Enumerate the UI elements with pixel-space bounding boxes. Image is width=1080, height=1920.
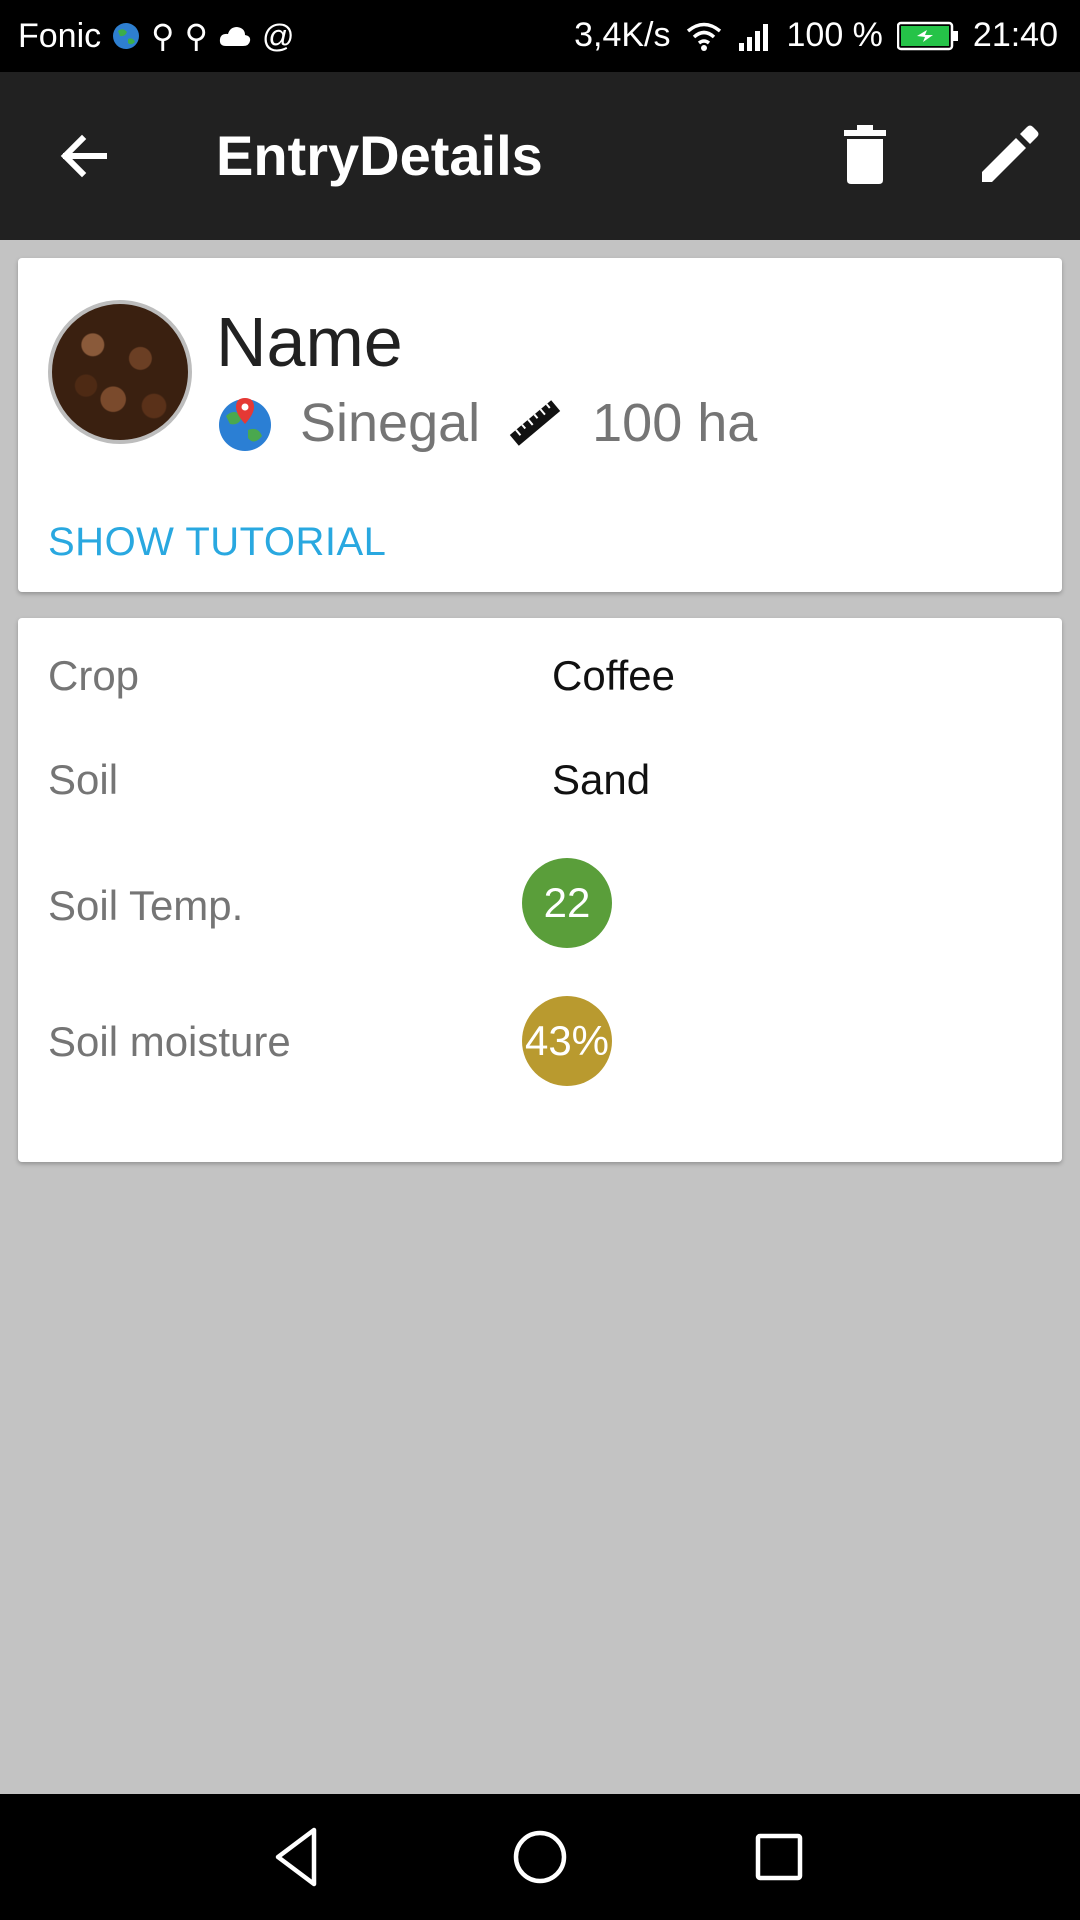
- crop-row: Crop Coffee: [48, 636, 1028, 716]
- nav-home-icon[interactable]: [507, 1824, 573, 1890]
- back-arrow-icon[interactable]: [52, 124, 116, 188]
- entry-header-card: Name Sinegal 100 ha SHOW TUTORIAL: [18, 258, 1062, 592]
- status-bar-right: 3,4K/s 100 % 21:40: [574, 16, 1058, 55]
- usb-icon-2: ⚲: [184, 18, 209, 54]
- globe-icon: [113, 23, 140, 49]
- trash-icon[interactable]: [830, 120, 900, 190]
- system-nav-bar: [0, 1794, 1080, 1920]
- status-bar-left: Fonic ⚲ ⚲ @: [18, 16, 295, 56]
- app-bar: EntryDetails: [0, 72, 1080, 240]
- network-speed: 3,4K/s: [574, 16, 671, 54]
- soil-temp-badge: 22: [522, 858, 612, 948]
- ruler-icon: [509, 400, 561, 446]
- soil-value: Sand: [552, 756, 651, 803]
- soil-moisture-label: Soil moisture: [48, 1018, 291, 1065]
- entry-name: Name: [216, 303, 403, 381]
- soil-moisture-badge: 43%: [522, 996, 612, 1086]
- area-label: 100 ha: [592, 393, 758, 453]
- cloud-icon: [219, 27, 251, 46]
- nav-recents-icon[interactable]: [746, 1824, 812, 1890]
- wifi-icon: [686, 22, 721, 51]
- page-title: EntryDetails: [216, 124, 543, 187]
- clock: 21:40: [972, 16, 1058, 54]
- pencil-icon[interactable]: [974, 120, 1044, 190]
- battery-icon: [896, 21, 958, 50]
- crop-label: Crop: [48, 652, 140, 699]
- entry-meta: Sinegal 100 ha: [216, 388, 757, 458]
- at-icon: @: [262, 18, 295, 54]
- map-globe-icon: [219, 398, 271, 451]
- crop-value: Coffee: [552, 652, 675, 699]
- show-tutorial-button[interactable]: SHOW TUTORIAL: [48, 520, 386, 565]
- soil-row: Soil Sand: [48, 740, 1028, 820]
- avatar: [48, 300, 192, 444]
- soil-label: Soil: [48, 756, 119, 803]
- details-card: Crop Coffee Soil Sand Soil Temp. 22 Soil…: [18, 618, 1062, 1162]
- usb-icon: ⚲: [151, 18, 175, 54]
- location-label: Sinegal: [300, 393, 481, 453]
- battery-percent: 100 %: [786, 16, 883, 54]
- nav-back-icon[interactable]: [266, 1824, 332, 1890]
- carrier-label: Fonic: [18, 16, 102, 55]
- signal-icon: [738, 23, 768, 51]
- soil-temp-label: Soil Temp.: [48, 882, 244, 929]
- status-bar: Fonic ⚲ ⚲ @ 3,4K/s 100 % 21:40: [0, 0, 1080, 72]
